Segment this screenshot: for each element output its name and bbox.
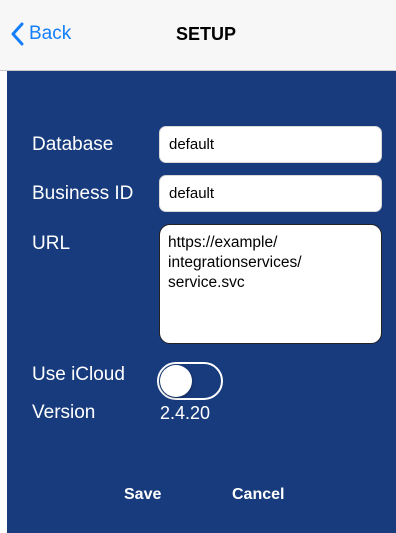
setup-form-panel: Database default Business ID default URL…: [7, 71, 396, 533]
page-title: SETUP: [175, 24, 236, 44]
save-button[interactable]: Save: [124, 484, 161, 506]
icloud-toggle[interactable]: [157, 362, 223, 400]
toggle-knob: [160, 365, 192, 397]
navigation-bar: Back SETUP: [0, 0, 396, 71]
version-value: 2.4.20: [160, 403, 211, 423]
business-id-field[interactable]: default: [159, 175, 382, 212]
url-textarea[interactable]: https://example/ integrationservices/ se…: [159, 224, 382, 344]
database-field[interactable]: default: [159, 126, 382, 163]
business-id-label: Business ID: [32, 183, 134, 204]
version-label: Version: [32, 402, 96, 423]
url-label: URL: [32, 233, 71, 254]
database-label: Database: [32, 134, 114, 155]
icloud-label: Use iCloud: [32, 364, 125, 385]
cancel-button[interactable]: Cancel: [232, 484, 284, 506]
setup-screen: Back SETUP Database default Business ID …: [0, 0, 396, 533]
